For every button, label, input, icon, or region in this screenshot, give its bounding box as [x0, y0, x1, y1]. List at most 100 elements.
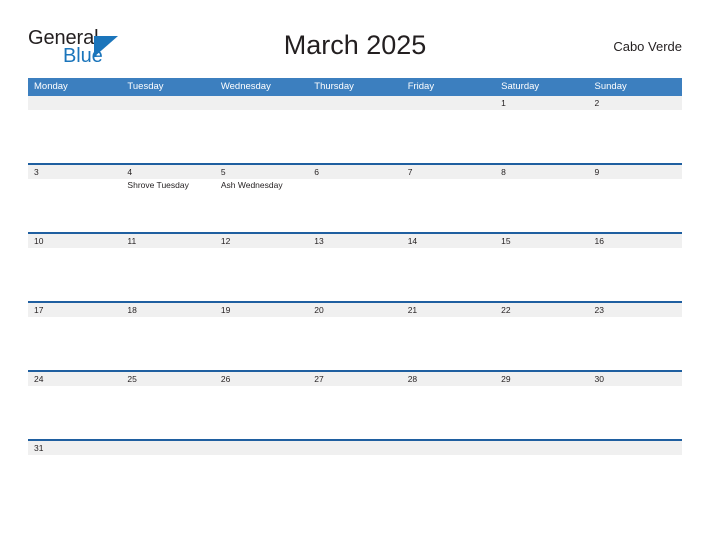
day-cell[interactable]	[402, 317, 495, 370]
day-number[interactable]: 27	[308, 372, 401, 386]
day-number-strip: 24 25 26 27 28 29 30	[28, 372, 682, 386]
calendar-weeks: 1 2 3 4 5 6 7 8 9 Shrove Tuesday Ash Wednesday 10 11…	[28, 96, 682, 455]
day-number[interactable]: 12	[215, 234, 308, 248]
day-cell[interactable]	[495, 110, 588, 163]
day-cell[interactable]	[121, 317, 214, 370]
day-number[interactable]: 13	[308, 234, 401, 248]
day-number[interactable]: 3	[28, 165, 121, 179]
day-cell[interactable]	[215, 317, 308, 370]
day-event-strip: Shrove Tuesday Ash Wednesday	[28, 179, 682, 232]
day-cell[interactable]	[495, 179, 588, 232]
day-number[interactable]: 24	[28, 372, 121, 386]
day-number[interactable]: 20	[308, 303, 401, 317]
day-number-strip: 31	[28, 441, 682, 455]
day-cell[interactable]	[589, 248, 682, 301]
calendar-week-row: 12	[28, 96, 682, 163]
day-number[interactable]: 1	[495, 96, 588, 110]
holiday-label: Ash Wednesday	[220, 180, 283, 190]
day-cell[interactable]	[121, 248, 214, 301]
day-cell[interactable]	[215, 386, 308, 439]
day-cell[interactable]	[28, 248, 121, 301]
calendar-week-row: 31	[28, 439, 682, 455]
weekday-header-row: Monday Tuesday Wednesday Thursday Friday Satu…	[28, 78, 682, 96]
day-cell[interactable]	[121, 386, 214, 439]
day-cell[interactable]	[28, 386, 121, 439]
calendar-week-row: 24 25 26 27 28 29 30	[28, 370, 682, 439]
day-number[interactable]: 14	[402, 234, 495, 248]
day-number[interactable]: 30	[589, 372, 682, 386]
day-cell[interactable]: Ash Wednesday	[215, 179, 308, 232]
day-cell[interactable]	[495, 317, 588, 370]
day-number[interactable]: 31	[28, 441, 121, 455]
day-number[interactable]: 26	[215, 372, 308, 386]
day-cell[interactable]	[28, 317, 121, 370]
day-number-empty	[215, 96, 308, 110]
day-cell-empty	[308, 110, 401, 163]
day-cell[interactable]	[215, 248, 308, 301]
day-cell[interactable]	[589, 179, 682, 232]
day-cell[interactable]	[495, 386, 588, 439]
day-number-empty	[402, 441, 495, 455]
weekday-header-friday: Friday	[407, 81, 435, 92]
day-cell[interactable]	[308, 248, 401, 301]
day-number[interactable]: 10	[28, 234, 121, 248]
day-cell[interactable]	[28, 455, 121, 456]
calendar-page: General Blue March 2025 Cabo Verde Monda…	[0, 0, 712, 550]
page-title: March 2025	[283, 30, 427, 60]
day-number-strip: 3456789	[28, 165, 682, 179]
day-number[interactable]: 25	[121, 372, 214, 386]
day-number[interactable]: 6	[308, 165, 401, 179]
day-cell[interactable]	[308, 386, 401, 439]
day-number[interactable]: 8	[495, 165, 588, 179]
day-cell[interactable]	[495, 248, 588, 301]
day-cell-empty	[402, 455, 495, 456]
day-number[interactable]: 9	[589, 165, 682, 179]
weekday-header-wednesday: Wednesday	[220, 81, 271, 92]
day-number[interactable]: 23	[589, 303, 682, 317]
day-cell-empty	[28, 110, 121, 163]
calendar-week-row: 10 11 12 13 14 15 16	[28, 232, 682, 301]
weekday-header-sunday: Sunday	[594, 81, 627, 92]
weekday-header-thursday: Thursday	[314, 81, 354, 92]
day-number[interactable]: 18	[121, 303, 214, 317]
day-cell[interactable]	[589, 386, 682, 439]
day-cell[interactable]	[28, 179, 121, 232]
day-cell[interactable]	[589, 317, 682, 370]
day-cell-empty	[495, 455, 588, 456]
day-number[interactable]: 15	[495, 234, 588, 248]
day-number[interactable]: 7	[402, 165, 495, 179]
day-cell-empty	[402, 110, 495, 163]
location-label: Cabo Verde	[613, 39, 682, 54]
day-number-empty	[589, 441, 682, 455]
calendar-week-row: 17 18 19 20 21 22 23	[28, 301, 682, 370]
weekday-header-tuesday: Tuesday	[127, 81, 164, 92]
day-number[interactable]: 2	[589, 96, 682, 110]
day-cell-empty	[215, 455, 308, 456]
day-number[interactable]: 19	[215, 303, 308, 317]
day-number[interactable]: 21	[402, 303, 495, 317]
day-cell[interactable]	[308, 317, 401, 370]
day-number[interactable]: 28	[402, 372, 495, 386]
day-number-empty	[402, 96, 495, 110]
day-cell[interactable]: Shrove Tuesday	[121, 179, 214, 232]
day-number[interactable]: 16	[589, 234, 682, 248]
day-number[interactable]: 22	[495, 303, 588, 317]
day-number[interactable]: 17	[28, 303, 121, 317]
day-cell-empty	[121, 455, 214, 456]
day-number[interactable]: 4	[121, 165, 214, 179]
day-cell-empty	[121, 110, 214, 163]
day-cell[interactable]	[402, 179, 495, 232]
day-cell[interactable]	[308, 179, 401, 232]
day-event-strip	[28, 317, 682, 370]
day-number-empty	[495, 441, 588, 455]
day-number[interactable]: 11	[121, 234, 214, 248]
day-number[interactable]: 29	[495, 372, 588, 386]
day-number[interactable]: 5	[215, 165, 308, 179]
weekday-header-saturday: Saturday	[501, 81, 540, 92]
day-cell[interactable]	[402, 386, 495, 439]
day-cell[interactable]	[589, 110, 682, 163]
day-cell-empty	[589, 455, 682, 456]
day-cell[interactable]	[402, 248, 495, 301]
weekday-header-monday: Monday	[34, 81, 68, 92]
page-header: General Blue March 2025 Cabo Verde	[28, 22, 682, 70]
